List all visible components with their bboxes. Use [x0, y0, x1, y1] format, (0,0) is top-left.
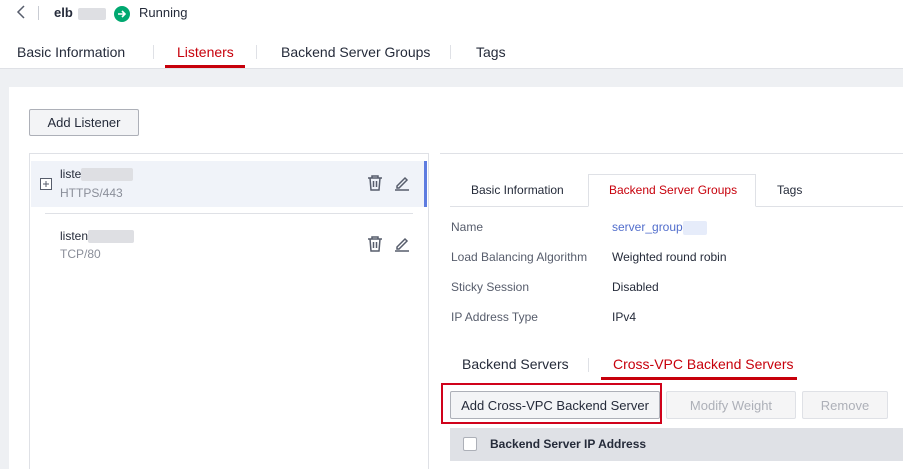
listener-name: liste	[60, 167, 134, 182]
tab-detail-basic-information[interactable]: Basic Information	[471, 183, 564, 197]
tab-tags[interactable]: Tags	[476, 44, 506, 60]
field-value: Weighted round robin	[612, 250, 727, 264]
expand-icon[interactable]	[40, 178, 52, 190]
active-tab-indicator	[601, 377, 797, 380]
select-all-checkbox[interactable]	[463, 437, 477, 451]
active-tab-indicator	[165, 65, 245, 68]
tab-backend-server-groups[interactable]: Backend Server Groups	[281, 44, 430, 60]
tab-listeners[interactable]: Listeners	[177, 44, 234, 60]
tab-divider	[450, 45, 451, 59]
tab-divider	[588, 358, 589, 372]
column-header-ip-address: Backend Server IP Address	[490, 437, 647, 451]
status-text: Running	[139, 5, 188, 20]
edit-icon[interactable]	[393, 235, 411, 253]
redacted-text	[81, 168, 134, 182]
main-tab-bar	[0, 38, 903, 69]
edit-icon[interactable]	[393, 174, 411, 192]
field-label: Load Balancing Algorithm	[451, 250, 588, 264]
field-label: IP Address Type	[451, 310, 538, 324]
add-cross-vpc-backend-server-button[interactable]: Add Cross-VPC Backend Server	[450, 391, 660, 419]
tab-divider	[153, 45, 154, 59]
tab-detail-tags[interactable]: Tags	[777, 183, 802, 197]
add-listener-button[interactable]: Add Listener	[29, 109, 139, 136]
chevron-left-icon[interactable]	[14, 4, 28, 20]
tab-backend-servers[interactable]: Backend Servers	[462, 356, 569, 372]
listener-protocol: HTTPS/443	[60, 186, 123, 200]
field-value: Disabled	[612, 280, 659, 294]
tab-basic-information[interactable]: Basic Information	[17, 44, 125, 60]
redacted-text	[78, 7, 107, 20]
remove-button[interactable]: Remove	[802, 391, 888, 419]
server-group-link[interactable]: server_group	[612, 220, 707, 235]
modify-weight-button[interactable]: Modify Weight	[666, 391, 796, 419]
field-value: IPv4	[612, 310, 637, 324]
list-divider	[45, 213, 413, 214]
field-label: Sticky Session	[451, 280, 530, 294]
arrow-right-circle-icon	[114, 6, 130, 22]
listener-protocol: TCP/80	[60, 247, 101, 261]
tab-divider	[256, 45, 257, 59]
trash-icon[interactable]	[366, 235, 384, 253]
load-balancer-name: elb	[54, 5, 107, 20]
header-divider	[38, 6, 39, 20]
field-label: Name	[451, 220, 484, 234]
redacted-text	[682, 220, 707, 235]
redacted-text	[88, 230, 135, 244]
tab-detail-backend-server-groups[interactable]: Backend Server Groups	[609, 183, 737, 197]
tab-cross-vpc-backend-servers[interactable]: Cross-VPC Backend Servers	[613, 356, 794, 372]
listener-name: listen	[60, 229, 135, 244]
trash-icon[interactable]	[366, 174, 384, 192]
page-header: elb Running	[0, 0, 903, 30]
